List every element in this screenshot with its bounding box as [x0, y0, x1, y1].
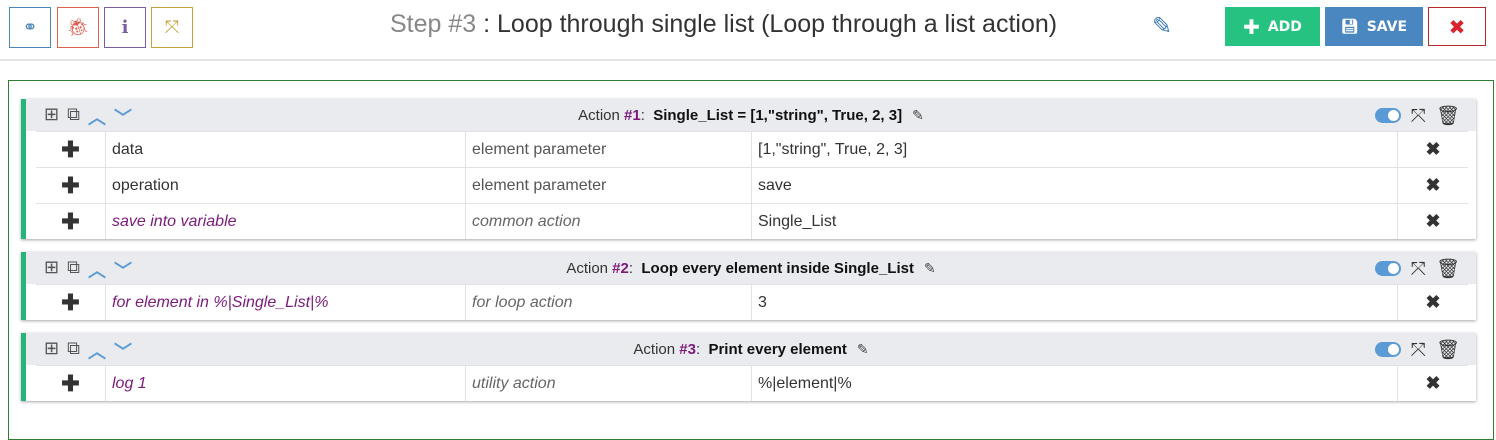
field-type: element parameter [466, 132, 752, 167]
trash-icon[interactable]: 🗑︎ [1436, 104, 1460, 127]
info-icon: i [121, 17, 129, 38]
page-title: Step #3 : Loop through single list (Loop… [390, 10, 1057, 39]
enable-toggle[interactable] [1374, 108, 1401, 123]
chevron-up-icon[interactable]: ︿ [88, 104, 106, 130]
action-title: Action #3: Print every element ✎ [26, 341, 1476, 358]
table-row: ✚ log 1 utility action %|element|% ✖ [36, 365, 1468, 401]
chevron-down-icon[interactable]: ﹀ [114, 104, 132, 130]
action-block: ⊞ ⧉ ︿ ﹀ Action #3: Print every element ✎ ⤧ 🗑︎… [21, 333, 1476, 401]
action-prefix: Action [578, 106, 625, 124]
action-header: ⊞ ⧉ ︿ ﹀ Action #2: Loop every element insid… [26, 252, 1476, 284]
field-name[interactable]: data [106, 132, 466, 167]
action-number: #2 [612, 259, 629, 277]
action-header: ⊞ ⧉ ︿ ﹀ Action #3: Print every element ✎ ⤧ 🗑︎ [26, 333, 1476, 365]
delete-row-icon[interactable]: ✖ [1398, 132, 1468, 167]
expand-icon[interactable]: ⤧ [1411, 258, 1426, 280]
field-value[interactable]: Single_List [752, 204, 1398, 239]
debug-button[interactable]: 🐞︎ [57, 7, 99, 48]
delete-row-icon[interactable]: ✖ [1398, 204, 1468, 239]
action-number: #1 [624, 106, 641, 124]
chevron-up-icon[interactable]: ︿ [88, 257, 106, 283]
action-title: Action #2: Loop every element inside Sin… [26, 260, 1476, 277]
action-prefix: Action [633, 340, 680, 358]
close-icon: ✖ [1448, 14, 1466, 39]
action-sep: : [695, 340, 709, 358]
field-value[interactable]: 3 [752, 285, 1398, 320]
field-value[interactable]: save [752, 168, 1398, 203]
add-action-icon[interactable]: ⊞ [44, 104, 59, 130]
step-title: : Loop through single list (Loop through… [476, 10, 1058, 38]
floppy-icon: 💾︎ [1340, 18, 1359, 35]
toggle-icon: ⚭ [22, 17, 38, 38]
field-type: utility action [466, 366, 752, 401]
field-type: common action [466, 204, 752, 239]
add-row-icon[interactable]: ✚ [36, 204, 106, 239]
toggle-button[interactable]: ⚭ [9, 7, 51, 48]
table-row: ✚ for element in %|Single_List|% for loo… [36, 284, 1468, 320]
delete-row-icon[interactable]: ✖ [1398, 168, 1468, 203]
action-name: Single_List = [1,"string", True, 2, 3] [653, 106, 903, 124]
add-label: ADD [1267, 18, 1302, 35]
edit-title-icon[interactable]: ✎ [1152, 12, 1172, 40]
action-sep: : [640, 106, 654, 124]
copy-icon[interactable]: ⧉ [67, 257, 80, 283]
table-row: ✚ operation element parameter save ✖ [36, 167, 1468, 203]
field-value[interactable]: %|element|% [752, 366, 1398, 401]
expand-icon[interactable]: ⤧ [1411, 339, 1426, 361]
expand-icon[interactable]: ⤧ [1411, 105, 1426, 127]
action-header: ⊞ ⧉ ︿ ﹀ Action #1: Single_List = [1,"string… [26, 99, 1476, 131]
field-name[interactable]: for element in %|Single_List|% [106, 285, 466, 320]
copy-icon[interactable]: ⧉ [67, 104, 80, 130]
field-type: for loop action [466, 285, 752, 320]
pencil-icon[interactable]: ✎ [924, 260, 936, 276]
field-name[interactable]: log 1 [106, 366, 466, 401]
plus-icon: ✚ [1243, 14, 1260, 39]
top-bar: ⚭ 🐞︎ i ⤧ Step #3 : Loop through single l… [0, 0, 1496, 61]
chevron-up-icon[interactable]: ︿ [88, 338, 106, 364]
pencil-icon[interactable]: ✎ [912, 107, 924, 123]
action-name: Print every element [708, 340, 847, 358]
add-row-icon[interactable]: ✚ [36, 168, 106, 203]
action-block: ⊞ ⧉ ︿ ﹀ Action #2: Loop every element insid… [21, 252, 1476, 320]
delete-row-icon[interactable]: ✖ [1398, 285, 1468, 320]
enable-toggle[interactable] [1374, 342, 1401, 357]
table-row: ✚ save into variable common action Singl… [36, 203, 1468, 239]
close-button[interactable]: ✖ [1428, 7, 1486, 46]
action-block: ⊞ ⧉ ︿ ﹀ Action #1: Single_List = [1,"string… [21, 99, 1476, 239]
field-type: element parameter [466, 168, 752, 203]
delete-row-icon[interactable]: ✖ [1398, 366, 1468, 401]
add-action-icon[interactable]: ⊞ [44, 257, 59, 283]
table-row: ✚ data element parameter [1,"string", Tr… [36, 131, 1468, 167]
add-row-icon[interactable]: ✚ [36, 132, 106, 167]
add-row-icon[interactable]: ✚ [36, 366, 106, 401]
action-number: #3 [679, 340, 696, 358]
add-action-icon[interactable]: ⊞ [44, 338, 59, 364]
add-row-icon[interactable]: ✚ [36, 285, 106, 320]
field-name[interactable]: save into variable [106, 204, 466, 239]
copy-icon[interactable]: ⧉ [67, 338, 80, 364]
trash-icon[interactable]: 🗑︎ [1436, 257, 1460, 280]
trash-icon[interactable]: 🗑︎ [1436, 338, 1460, 361]
info-button[interactable]: i [104, 7, 146, 48]
expand-icon: ⤧ [164, 17, 180, 38]
pencil-icon[interactable]: ✎ [857, 341, 869, 357]
action-prefix: Action [566, 259, 613, 277]
add-button[interactable]: ✚ ADD [1225, 7, 1320, 46]
expand-button[interactable]: ⤧ [151, 7, 193, 48]
step-label: Step #3 [390, 10, 477, 38]
bug-icon: 🐞︎ [66, 17, 90, 38]
action-name: Loop every element inside Single_List [641, 259, 914, 277]
action-sep: : [628, 259, 642, 277]
save-label: SAVE [1366, 18, 1408, 35]
save-button[interactable]: 💾︎ SAVE [1325, 7, 1423, 46]
chevron-down-icon[interactable]: ﹀ [114, 257, 132, 283]
chevron-down-icon[interactable]: ﹀ [114, 338, 132, 364]
action-title: Action #1: Single_List = [1,"string", Tr… [26, 107, 1476, 124]
field-value[interactable]: [1,"string", True, 2, 3] [752, 132, 1398, 167]
enable-toggle[interactable] [1374, 261, 1401, 276]
field-name[interactable]: operation [106, 168, 466, 203]
